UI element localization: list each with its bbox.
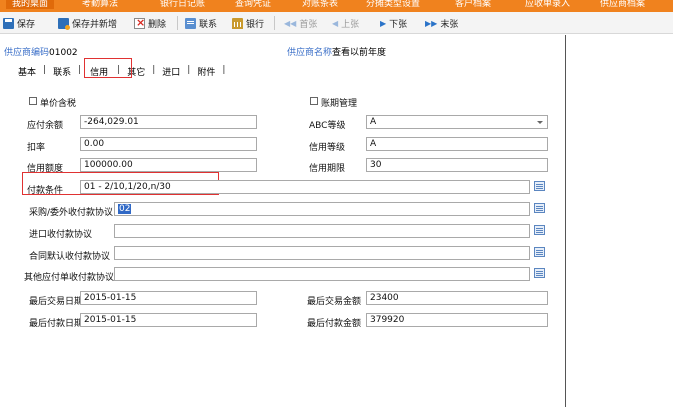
purchase-agreement-label: 采购/委外收付款协议 <box>29 208 114 218</box>
last-trade-amount-field[interactable]: 23400 <box>366 291 548 305</box>
import-agreement-lookup-icon[interactable] <box>534 225 545 235</box>
save-icon <box>3 17 14 29</box>
aging-label: 账期管理 <box>321 99 358 109</box>
toolbar: 保存 保存并新增 删除 联系 银行 ◀◀ 首张 ◀ 上张 ▶ 下张 ▶▶ 末张 <box>0 12 673 34</box>
tab-import[interactable]: 进口 <box>158 65 184 78</box>
tab-contact[interactable]: 联系 <box>49 65 75 78</box>
purchase-agreement-lookup-icon[interactable] <box>534 203 545 213</box>
contact-button[interactable]: 联系 <box>185 16 217 30</box>
module-tab-strip: 我的桌面 考勤算法 银行日记账 查询凭证 对账条表 分摊类型设置 客户档案 应收… <box>0 0 673 12</box>
abc-grade-select[interactable]: A <box>366 115 548 129</box>
other-agreement-label: 其他应付单收付款协议 <box>24 273 115 283</box>
next-record-button[interactable]: ▶ 下张 <box>380 16 407 30</box>
tax-included-checkbox[interactable] <box>29 97 37 105</box>
supplier-code: 供应商编码01002 <box>4 48 78 58</box>
contact-icon <box>185 17 196 29</box>
other-agreement-lookup-icon[interactable] <box>534 268 545 278</box>
tax-included-label: 单价含税 <box>40 99 77 109</box>
prev-record-button[interactable]: ◀ 上张 <box>332 16 359 30</box>
module-tab-desktop[interactable]: 我的桌面 <box>6 0 55 9</box>
tab-basic[interactable]: 基本 <box>18 65 40 78</box>
contract-agreement-field[interactable] <box>114 246 530 260</box>
bank-icon <box>232 17 243 29</box>
contract-agreement-lookup-icon[interactable] <box>534 247 545 257</box>
tab-attachment[interactable]: 附件 <box>193 65 219 78</box>
last-record-button[interactable]: ▶▶ 末张 <box>425 16 458 30</box>
credit-period-label: 信用期限 <box>309 164 346 174</box>
delete-button[interactable]: 删除 <box>134 16 166 30</box>
discount-field[interactable]: 0.00 <box>80 137 257 151</box>
first-record-button[interactable]: ◀◀ 首张 <box>284 16 317 30</box>
module-tab-supplier-file[interactable]: 供应商档案 <box>600 0 645 9</box>
toolbar-divider <box>274 16 275 30</box>
module-tab-customer-file[interactable]: 客户档案 <box>455 0 491 9</box>
last-trade-date-label: 最后交易日期 <box>29 297 84 307</box>
delete-icon <box>134 16 145 29</box>
discount-label: 扣率 <box>27 143 46 153</box>
bank-button[interactable]: 银行 <box>232 16 264 30</box>
credit-period-field[interactable]: 30 <box>366 158 548 172</box>
chevron-down-icon <box>537 121 543 124</box>
module-tab-bank-journal[interactable]: 银行日记账 <box>160 0 205 9</box>
module-tab-allocation[interactable]: 分摊类型设置 <box>366 0 420 9</box>
last-trade-date-field[interactable]: 2015-01-15 <box>80 291 257 305</box>
next-icon: ▶ <box>380 18 387 28</box>
abc-grade-label: ABC等级 <box>309 121 346 131</box>
credit-tab-highlight <box>84 58 132 78</box>
right-pane <box>565 35 673 407</box>
payment-terms-lookup-icon[interactable] <box>534 181 545 191</box>
form-panel <box>0 35 565 407</box>
payment-terms-label: 付款条件 <box>27 186 64 196</box>
last-pay-date-field[interactable]: 2015-01-15 <box>80 313 257 327</box>
save-new-icon <box>58 17 70 30</box>
purchase-agreement-field[interactable]: 02 <box>114 202 530 216</box>
last-icon: ▶▶ <box>425 18 438 28</box>
credit-limit-field[interactable]: 100000.00 <box>80 158 257 172</box>
import-agreement-label: 进口收付款协议 <box>29 230 93 240</box>
payment-terms-field[interactable]: 01 - 2/10,1/20,n/30 <box>80 180 530 194</box>
save-new-button[interactable]: 保存并新增 <box>58 16 117 30</box>
last-pay-amount-label: 最后付款金额 <box>307 319 362 329</box>
first-icon: ◀◀ <box>284 18 297 28</box>
last-pay-date-label: 最后付款日期 <box>29 319 84 329</box>
save-button[interactable]: 保存 <box>3 16 35 30</box>
prev-icon: ◀ <box>332 18 339 28</box>
other-agreement-field[interactable] <box>114 267 530 281</box>
last-trade-amount-label: 最后交易金额 <box>307 297 362 307</box>
credit-grade-label: 信用等级 <box>309 143 346 153</box>
import-agreement-field[interactable] <box>114 224 530 238</box>
module-tab-reconciliation[interactable]: 对账条表 <box>302 0 338 9</box>
contract-agreement-label: 合同默认收付款协议 <box>29 252 111 262</box>
supplier-name: 供应商名称查看以前年度 <box>287 48 387 58</box>
payable-balance-field[interactable]: -264,029.01 <box>80 115 257 129</box>
module-tab-receivable[interactable]: 应收单录入 <box>525 0 570 9</box>
module-tab-query-voucher[interactable]: 查询凭证 <box>235 0 271 9</box>
last-pay-amount-field[interactable]: 379920 <box>366 313 548 327</box>
aging-checkbox[interactable] <box>310 97 318 105</box>
module-tab-attendance[interactable]: 考勤算法 <box>82 0 118 9</box>
payable-balance-label: 应付余额 <box>27 121 64 131</box>
credit-grade-field[interactable]: A <box>366 137 548 151</box>
toolbar-divider <box>177 16 178 30</box>
